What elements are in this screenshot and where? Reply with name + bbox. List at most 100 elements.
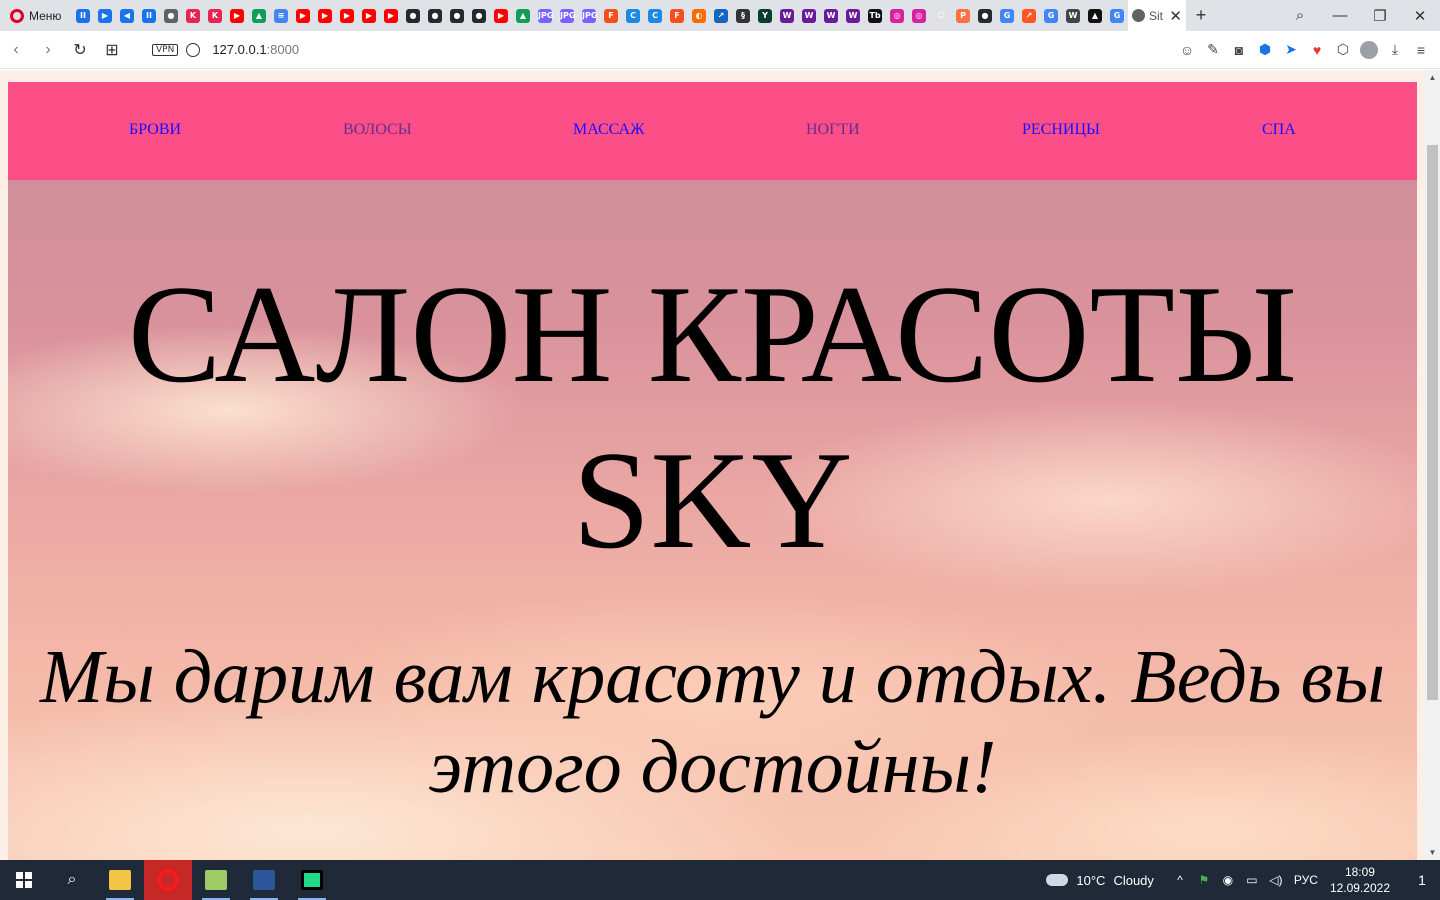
webcam-icon[interactable]: ◉ — [1216, 873, 1240, 887]
pinned-tab[interactable]: ☺ — [930, 0, 952, 31]
start-button[interactable] — [0, 860, 48, 900]
nav-link-massage[interactable]: МАССАЖ — [573, 121, 644, 139]
pinned-tab[interactable]: ◐ — [688, 0, 710, 31]
pinned-tab[interactable]: ▲ — [248, 0, 270, 31]
tabs-grid-icon[interactable]: ⊞ — [96, 31, 128, 69]
taskbar-word[interactable] — [240, 860, 288, 900]
pinned-tab[interactable]: JPG — [534, 0, 556, 31]
url-field[interactable]: 127.0.0.1:8000 — [212, 42, 299, 57]
pinned-tab[interactable]: ▶ — [292, 0, 314, 31]
taskbar-opera[interactable] — [144, 860, 192, 900]
pinned-tab[interactable]: ▶ — [314, 0, 336, 31]
pinned-tab[interactable]: Y — [754, 0, 776, 31]
language-indicator[interactable]: РУС — [1294, 873, 1318, 887]
restore-button[interactable]: ❐ — [1360, 0, 1400, 31]
pinned-tab[interactable]: ▶ — [336, 0, 358, 31]
pinned-tab[interactable]: ≡ — [270, 0, 292, 31]
pinned-tab[interactable]: P — [952, 0, 974, 31]
pinned-tab[interactable]: ● — [160, 0, 182, 31]
back-button[interactable]: ‹ — [0, 31, 32, 69]
pinned-tab[interactable]: ◎ — [908, 0, 930, 31]
nav-link-brows[interactable]: БРОВИ — [129, 121, 181, 139]
nav-link-spa[interactable]: СПА — [1262, 121, 1296, 139]
pinned-tab[interactable]: ▶ — [380, 0, 402, 31]
easy-setup-icon[interactable]: ≡ — [1408, 31, 1434, 69]
close-window-button[interactable]: ✕ — [1400, 0, 1440, 31]
camera-icon[interactable]: ◙ — [1226, 31, 1252, 69]
pinned-tab[interactable]: W — [776, 0, 798, 31]
chevron-up-icon[interactable]: ^ — [1168, 873, 1192, 887]
search-icon[interactable]: ⌕ — [48, 860, 96, 900]
scroll-thumb[interactable] — [1427, 145, 1438, 700]
taskbar-notepad[interactable] — [192, 860, 240, 900]
pinned-tab[interactable]: ● — [446, 0, 468, 31]
pinned-tab[interactable]: II — [72, 0, 94, 31]
pinned-tab[interactable]: ● — [424, 0, 446, 31]
pinned-tab[interactable]: ▶ — [490, 0, 512, 31]
notification-center-icon[interactable]: 1 — [1404, 872, 1440, 888]
pinned-tab[interactable]: W — [798, 0, 820, 31]
profile-avatar[interactable] — [1356, 31, 1382, 69]
pinned-tab[interactable]: ◎ — [886, 0, 908, 31]
pinned-tab[interactable]: ▶ — [94, 0, 116, 31]
pinned-tab[interactable]: II — [138, 0, 160, 31]
close-tab-icon[interactable]: ✕ — [1169, 7, 1182, 25]
nav-link-nails[interactable]: НОГТИ — [806, 121, 860, 139]
pinned-tab[interactable]: K — [204, 0, 226, 31]
download-icon[interactable]: ⤓ — [1382, 31, 1408, 69]
flag-icon[interactable]: ⚑ — [1192, 873, 1216, 887]
windows-logo-icon — [16, 872, 32, 888]
pinned-tab[interactable]: ● — [402, 0, 424, 31]
volume-icon[interactable]: ◁) — [1264, 873, 1288, 887]
send-icon[interactable]: ➤ — [1278, 31, 1304, 69]
pinned-tab[interactable]: ▲ — [1084, 0, 1106, 31]
opera-menu-button[interactable]: Меню — [0, 0, 72, 31]
pinned-tab[interactable]: W — [820, 0, 842, 31]
active-tab[interactable]: Sit ✕ — [1128, 0, 1186, 31]
emoji-icon[interactable]: ☺ — [1174, 31, 1200, 69]
pinned-tab[interactable]: ● — [974, 0, 996, 31]
forward-button[interactable]: › — [32, 31, 64, 69]
pinned-tab[interactable]: JPG — [578, 0, 600, 31]
scroll-down-arrow[interactable]: ▼ — [1425, 845, 1440, 860]
pinned-tab[interactable]: G — [1040, 0, 1062, 31]
scroll-up-arrow[interactable]: ▲ — [1425, 70, 1440, 85]
pinned-tab[interactable]: F — [600, 0, 622, 31]
vpn-badge[interactable]: VPN — [152, 43, 179, 56]
clock[interactable]: 18:09 12.09.2022 — [1330, 864, 1390, 896]
pinned-tab[interactable]: W — [1062, 0, 1084, 31]
search-tabs-icon[interactable]: ⌕ — [1280, 0, 1320, 31]
pinned-tab[interactable]: ▲ — [512, 0, 534, 31]
pinned-tab[interactable]: ◀ — [116, 0, 138, 31]
pinned-tab[interactable]: C — [644, 0, 666, 31]
nav-link-hair[interactable]: ВОЛОСЫ — [343, 121, 412, 139]
reload-button[interactable]: ↻ — [64, 31, 96, 69]
site-info-icon[interactable] — [186, 42, 201, 57]
heart-icon[interactable]: ♥ — [1304, 31, 1330, 69]
taskbar-explorer[interactable] — [96, 860, 144, 900]
pinned-tab[interactable]: G — [996, 0, 1018, 31]
pinned-tab[interactable]: ▶ — [226, 0, 248, 31]
pinned-tab[interactable]: G — [1106, 0, 1128, 31]
pinned-tab[interactable]: W — [842, 0, 864, 31]
extensions-icon[interactable]: ⬡ — [1330, 31, 1356, 69]
new-tab-button[interactable]: + — [1186, 5, 1216, 26]
pinned-tab[interactable]: JPG — [556, 0, 578, 31]
pinned-tab[interactable]: ▶ — [358, 0, 380, 31]
pinned-tab[interactable]: § — [732, 0, 754, 31]
nav-link-lashes[interactable]: РЕСНИЦЫ — [1022, 121, 1100, 139]
page-scrollbar[interactable]: ▲ ▼ — [1425, 70, 1440, 860]
minimize-button[interactable]: — — [1320, 0, 1360, 31]
pinned-tab[interactable]: Tb — [864, 0, 886, 31]
pinned-tab[interactable]: ↗ — [1018, 0, 1040, 31]
taskbar-pycharm[interactable] — [288, 860, 336, 900]
edit-icon[interactable]: ✎ — [1200, 31, 1226, 69]
weather-widget[interactable]: 10°C Cloudy — [1046, 873, 1154, 888]
pinned-tab[interactable]: ↗ — [710, 0, 732, 31]
pinned-tab[interactable]: C — [622, 0, 644, 31]
pinned-tab[interactable]: ● — [468, 0, 490, 31]
pinned-tab[interactable]: F — [666, 0, 688, 31]
pinned-tab[interactable]: K — [182, 0, 204, 31]
shield-icon[interactable]: ⬢ — [1252, 31, 1278, 69]
network-icon[interactable]: ▭ — [1240, 873, 1264, 887]
